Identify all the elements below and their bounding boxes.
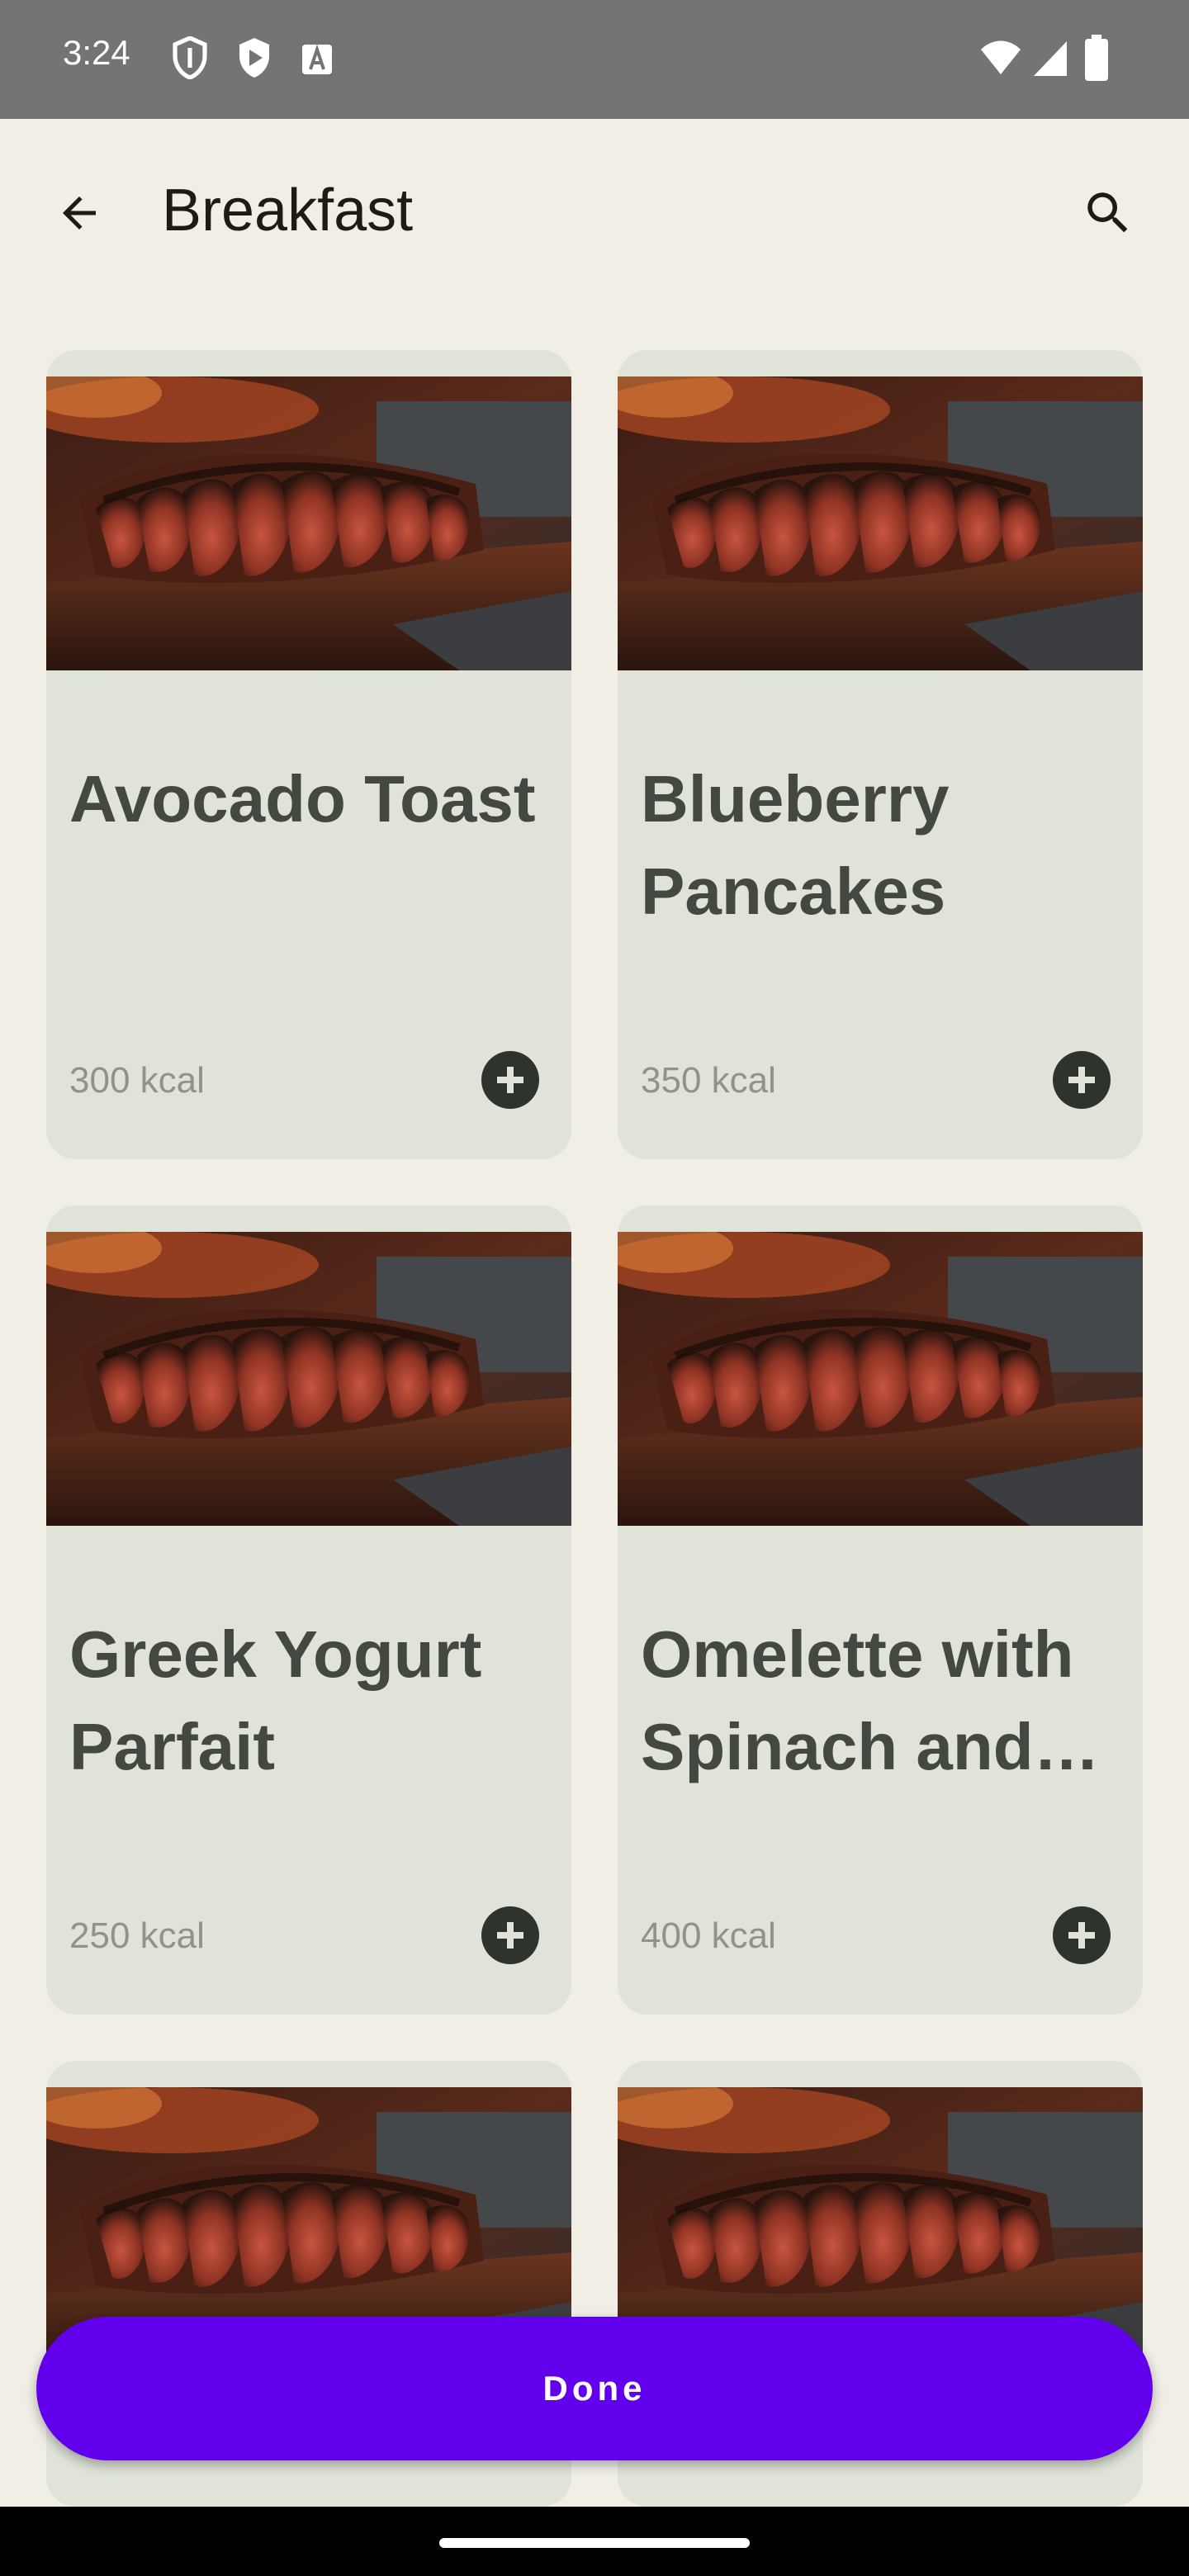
search-icon [1087,192,1128,233]
meal-card[interactable]: Omelette with Spinach and Feta 400 kcal [618,1205,1143,2015]
meal-name: Greek Yogurt Parfait [69,1617,482,1783]
vpn-shield-icon [173,36,207,79]
meal-photo [618,1232,1143,1526]
search-button[interactable] [1068,173,1148,253]
meal-card[interactable]: Avocado Toast 300 kcal [46,350,571,1159]
status-time: 3:24 [63,33,130,72]
wifi-icon [981,40,1021,74]
arrow-back-icon [63,197,96,230]
meal-name: Avocado Toast [69,762,536,836]
page-title: Breakfast [162,178,414,244]
meal-photo [46,376,571,670]
add-circle-icon[interactable] [1052,1050,1111,1110]
add-circle-icon[interactable] [481,1906,540,1965]
meal-card[interactable]: Greek Yogurt Parfait 250 kcal [46,1205,571,2015]
back-button[interactable] [40,173,119,253]
app-bar: Breakfast [0,119,1189,304]
meal-kcal: 250 kcal [69,1915,205,1956]
navigation-bar [0,2507,1189,2576]
meal-kcal: 300 kcal [69,1060,205,1101]
gesture-handle[interactable] [439,2538,750,2548]
meal-name: Blueberry Pancakes [641,762,950,928]
add-circle-icon[interactable] [481,1050,540,1110]
font-a-icon [302,44,332,74]
meal-kcal: 350 kcal [641,1060,776,1101]
status-bar: 3:24 [0,0,1189,119]
add-circle-icon[interactable] [1052,1906,1111,1965]
meal-card[interactable]: Blueberry Pancakes 350 kcal [618,350,1143,1159]
meal-kcal: 400 kcal [641,1915,776,1956]
meal-photo [46,1232,571,1526]
done-button[interactable]: Done [36,2317,1153,2460]
meal-name: Omelette with Spinach and Feta [641,1617,1074,1783]
play-store-icon [239,38,269,78]
meal-photo [618,376,1143,670]
battery-icon [1085,35,1108,81]
signal-icon [1034,41,1067,76]
